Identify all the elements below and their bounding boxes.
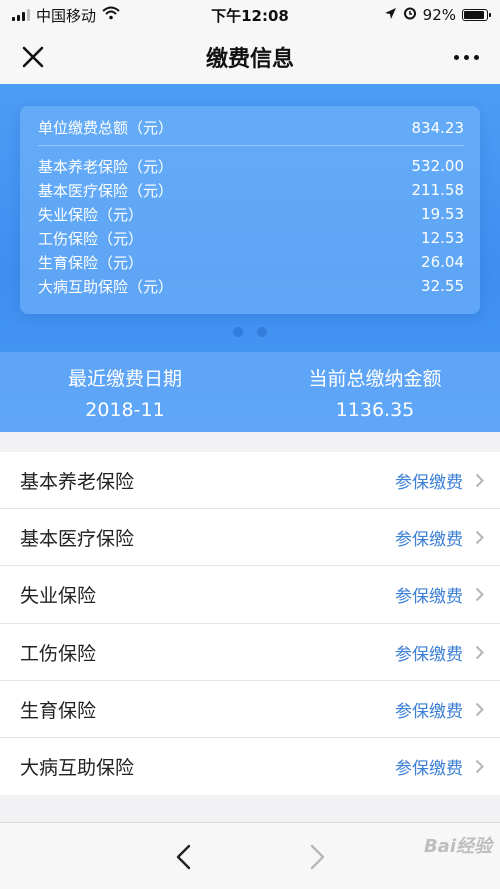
list-item[interactable]: 生育保险 参保缴费 [0, 681, 500, 739]
unit-total-value: 834.23 [411, 118, 465, 137]
enroll-pay-link[interactable]: 参保缴费 [395, 582, 463, 607]
enroll-pay-link[interactable]: 参保缴费 [395, 640, 463, 665]
item-action[interactable]: 参保缴费 [395, 754, 484, 779]
location-icon [384, 6, 397, 24]
battery-icon [462, 9, 491, 21]
item-action[interactable]: 参保缴费 [395, 525, 484, 550]
status-bar: 中国移动 下午12:08 92% [0, 0, 500, 30]
watermark: Bai经验 [423, 836, 492, 857]
recent-date-label: 最近缴费日期 [67, 367, 182, 390]
current-total-paid: 当前总缴纳金额 1136.35 [250, 352, 500, 432]
page-title: 缴费信息 [205, 47, 294, 72]
status-time: 下午12:08 [211, 6, 289, 25]
carousel-dot-active[interactable] [233, 327, 243, 337]
payment-overview: 单位缴费总额（元） 834.23 基本养老保险（元） 532.00 基本医疗保险… [0, 84, 500, 432]
card-row-value: 532.00 [411, 157, 465, 175]
enroll-pay-link[interactable]: 参保缴费 [395, 697, 463, 722]
total-paid-label: 当前总缴纳金额 [308, 367, 442, 390]
enroll-pay-link[interactable]: 参保缴费 [395, 754, 463, 779]
card-row-label: 生育保险（元） [38, 253, 144, 272]
list-item[interactable]: 工伤保险 参保缴费 [0, 624, 500, 681]
recent-payment-date: 最近缴费日期 2018-11 [0, 352, 250, 432]
battery-percent: 92% [422, 6, 456, 24]
payment-summary: 最近缴费日期 2018-11 当前总缴纳金额 1136.35 [0, 352, 500, 432]
card-row: 基本养老保险（元） 532.00 [38, 154, 464, 178]
card-row-value: 32.55 [421, 277, 464, 295]
chevron-right-icon[interactable] [305, 843, 329, 871]
card-row-label: 基本医疗保险（元） [38, 181, 174, 200]
chevron-right-icon [475, 530, 484, 545]
item-action[interactable]: 参保缴费 [395, 697, 484, 722]
status-right: 92% [384, 6, 491, 24]
card-row: 生育保险（元） 26.04 [38, 250, 464, 274]
carrier-label: 中国移动 [36, 6, 97, 25]
enroll-pay-link[interactable]: 参保缴费 [395, 468, 463, 493]
card-row: 基本医疗保险（元） 211.58 [38, 178, 464, 202]
more-icon[interactable] [448, 42, 484, 72]
chevron-right-icon [475, 759, 484, 774]
unit-total-label: 单位缴费总额（元） [38, 119, 174, 137]
close-icon[interactable] [18, 42, 48, 72]
card-row-label: 基本养老保险（元） [38, 157, 174, 176]
item-action[interactable]: 参保缴费 [395, 582, 484, 607]
payment-detail-card[interactable]: 单位缴费总额（元） 834.23 基本养老保险（元） 532.00 基本医疗保险… [20, 106, 480, 314]
chevron-right-icon [475, 645, 484, 660]
card-row-label: 大病互助保险（元） [38, 277, 174, 296]
chevron-right-icon [475, 473, 484, 488]
status-left: 中国移动 [12, 5, 120, 26]
card-row-value: 12.53 [421, 229, 464, 247]
chevron-right-icon [475, 702, 484, 717]
alarm-icon [403, 6, 417, 24]
card-row-label: 失业保险（元） [38, 205, 144, 224]
insurance-name: 生育保险 [20, 699, 97, 722]
nav-bar: 缴费信息 [0, 30, 500, 84]
insurance-list: 基本养老保险 参保缴费 基本医疗保险 参保缴费 失业保险 参保缴费 工伤保险 参… [0, 452, 500, 796]
insurance-name: 工伤保险 [20, 642, 97, 665]
list-item[interactable]: 失业保险 参保缴费 [0, 566, 500, 624]
chevron-right-icon [475, 587, 484, 602]
card-row-value: 19.53 [421, 205, 464, 223]
card-row-label: 工伤保险（元） [38, 229, 144, 248]
enroll-pay-link[interactable]: 参保缴费 [395, 525, 463, 550]
list-item[interactable]: 大病互助保险 参保缴费 [0, 738, 500, 795]
card-row: 失业保险（元） 19.53 [38, 202, 464, 226]
card-row: 工伤保险（元） 12.53 [38, 226, 464, 250]
signal-icon [12, 9, 30, 21]
card-row-value: 211.58 [411, 181, 465, 199]
insurance-name: 基本养老保险 [20, 471, 135, 494]
recent-date-value: 2018-11 [85, 398, 165, 421]
item-action[interactable]: 参保缴费 [395, 468, 484, 493]
list-item[interactable]: 基本养老保险 参保缴费 [0, 452, 500, 510]
item-action[interactable]: 参保缴费 [395, 640, 484, 665]
carousel-dot[interactable] [257, 327, 267, 337]
list-item[interactable]: 基本医疗保险 参保缴费 [0, 509, 500, 567]
total-paid-value: 1136.35 [335, 398, 415, 421]
chevron-left-icon[interactable] [172, 843, 196, 871]
card-row-value: 26.04 [421, 253, 464, 271]
carousel-indicator [0, 327, 500, 337]
insurance-name: 失业保险 [20, 585, 97, 608]
insurance-name: 大病互助保险 [20, 757, 135, 780]
wifi-icon [102, 6, 120, 24]
insurance-name: 基本医疗保险 [20, 528, 135, 551]
unit-total-row: 单位缴费总额（元） 834.23 [38, 116, 464, 146]
card-row: 大病互助保险（元） 32.55 [38, 274, 464, 298]
